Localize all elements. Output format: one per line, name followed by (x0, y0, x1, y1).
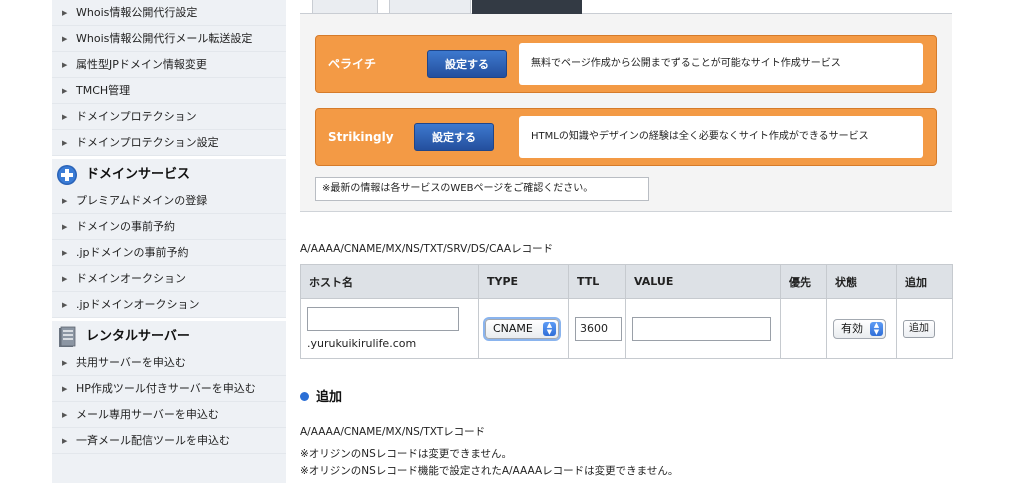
builder-peraichi: ペライチ 設定する 無料でページ作成から公開までずることが可能なサイト作成サービ… (315, 35, 937, 93)
arrow-right-icon: ▶ (62, 223, 68, 231)
priority-cell (780, 298, 827, 359)
builder-name: Strikingly (328, 130, 394, 144)
notice-box: ※最新の情報は各サービスのWEBページをご確認ください。 (315, 177, 649, 201)
add-section-note-1: ※オリジンのNSレコードは変更できません。 (300, 448, 513, 460)
tab-site-builder[interactable] (472, 0, 582, 14)
site-builder-panel: ペライチ 設定する 無料でページ作成から公開までずることが可能なサイト作成サービ… (300, 14, 952, 212)
tab-1[interactable] (312, 0, 378, 14)
type-cell: CNAME ▲ ▼ (478, 298, 569, 359)
host-cell: .yurukuikirulife.com (300, 298, 479, 359)
add-section-caption: A/AAAA/CNAME/MX/NS/TXTレコード (300, 426, 486, 438)
column-header-host: ホスト名 (300, 264, 479, 299)
plus-circle-icon (57, 165, 77, 185)
sidebar-item-tmch[interactable]: ▶ TMCH管理 (52, 78, 286, 104)
sidebar-item-jp-domain-info[interactable]: ▶ 属性型JPドメイン情報変更 (52, 52, 286, 78)
sidebar: ▶ Whois情報公開代行設定 ▶ Whois情報公開代行メール転送設定 ▶ 属性型J… (52, 0, 286, 483)
sidebar-group-domain-service: ▶ プレミアムドメインの登録 ▶ ドメインの事前予約 ▶ .jpドメインの事前予約 ▶… (52, 188, 286, 318)
sidebar-item-domain-protection-settings[interactable]: ▶ ドメインプロテクション設定 (52, 130, 286, 156)
arrow-right-icon: ▶ (62, 275, 68, 283)
type-select[interactable]: CNAME ▲ ▼ (485, 318, 559, 339)
sidebar-item-domain-preorder[interactable]: ▶ ドメインの事前予約 (52, 214, 286, 240)
tab-bar (300, 0, 952, 14)
host-input[interactable] (307, 307, 459, 331)
column-header-ttl: TTL (568, 264, 626, 299)
arrow-right-icon: ▶ (62, 249, 68, 257)
sidebar-heading-rental-server: レンタルサーバー (52, 318, 286, 350)
sidebar-item-domain-auction[interactable]: ▶ ドメインオークション (52, 266, 286, 292)
arrow-right-icon: ▶ (62, 197, 68, 205)
sidebar-item-jp-domain-preorder[interactable]: ▶ .jpドメインの事前予約 (52, 240, 286, 266)
table-row: .yurukuikirulife.com CNAME ▲ ▼ 3600 有効 ▲… (300, 298, 953, 359)
add-cell: 追加 (896, 298, 953, 359)
sidebar-group-rental-server: ▶ 共用サーバーを申込む ▶ HP作成ツール付きサーバーを申込む ▶ メール専用サーバ… (52, 350, 286, 454)
column-header-add: 追加 (896, 264, 953, 299)
arrow-right-icon: ▶ (62, 9, 68, 17)
strikingly-settings-button[interactable]: 設定する (414, 123, 494, 151)
column-header-priority: 優先 (780, 264, 827, 299)
table-header-row: ホスト名 TYPE TTL VALUE 優先 状態 追加 (300, 264, 953, 299)
dns-records-table: ホスト名 TYPE TTL VALUE 優先 状態 追加 .yurukuikir… (300, 264, 953, 359)
sidebar-group-whois: ▶ Whois情報公開代行設定 ▶ Whois情報公開代行メール転送設定 ▶ 属性型J… (52, 0, 286, 156)
add-section-note-2: ※オリジンのNSレコード機能で設定されたA/AAAAレコードは変更できません。 (300, 465, 679, 477)
builder-name: ペライチ (328, 57, 377, 71)
value-input[interactable] (632, 316, 771, 341)
sidebar-heading-domain-service: ドメインサービス (52, 156, 286, 188)
column-header-status: 状態 (826, 264, 897, 299)
arrow-right-icon: ▶ (62, 437, 68, 445)
arrow-right-icon: ▶ (62, 87, 68, 95)
arrow-right-icon: ▶ (62, 411, 68, 419)
sidebar-item-mail-server[interactable]: ▶ メール専用サーバーを申込む (52, 402, 286, 428)
sidebar-item-whois-proxy[interactable]: ▶ Whois情報公開代行設定 (52, 0, 286, 26)
sidebar-item-bulk-mail-tool[interactable]: ▶ 一斉メール配信ツールを申込む (52, 428, 286, 454)
add-section-title: 追加 (300, 388, 342, 408)
arrow-right-icon: ▶ (62, 359, 68, 367)
select-arrows-icon: ▲ ▼ (870, 321, 883, 336)
column-header-type: TYPE (478, 264, 569, 299)
bullet-dot-icon (300, 392, 309, 401)
status-cell: 有効 ▲ ▼ (826, 298, 897, 359)
arrow-right-icon: ▶ (62, 35, 68, 43)
value-cell (625, 298, 781, 359)
arrow-right-icon: ▶ (62, 113, 68, 121)
builder-description: HTMLの知識やデザインの経験は全く必要なくサイト作成ができるサービス (519, 116, 923, 158)
select-arrows-icon: ▲ ▼ (543, 321, 556, 336)
sidebar-item-premium-domain[interactable]: ▶ プレミアムドメインの登録 (52, 188, 286, 214)
arrow-right-icon: ▶ (62, 301, 68, 309)
tab-2[interactable] (389, 0, 471, 14)
main-content: ペライチ 設定する 無料でページ作成から公開までずることが可能なサイト作成サービ… (300, 0, 953, 483)
server-icon (59, 326, 76, 347)
ttl-input[interactable] (575, 316, 622, 341)
add-record-button[interactable]: 追加 (903, 319, 935, 338)
sidebar-item-hp-tool-server[interactable]: ▶ HP作成ツール付きサーバーを申込む (52, 376, 286, 402)
arrow-right-icon: ▶ (62, 385, 68, 393)
builder-description: 無料でページ作成から公開までずることが可能なサイト作成サービス (519, 43, 923, 85)
peraichi-settings-button[interactable]: 設定する (427, 50, 507, 78)
ttl-cell (568, 298, 626, 359)
sidebar-item-domain-protection[interactable]: ▶ ドメインプロテクション (52, 104, 286, 130)
builder-strikingly: Strikingly 設定する HTMLの知識やデザインの経験は全く必要なくサイ… (315, 108, 937, 166)
host-domain-suffix: .yurukuikirulife.com (307, 337, 417, 350)
sidebar-item-jp-domain-auction[interactable]: ▶ .jpドメインオークション (52, 292, 286, 318)
sidebar-item-whois-mail-forward[interactable]: ▶ Whois情報公開代行メール転送設定 (52, 26, 286, 52)
records-caption: A/AAAA/CNAME/MX/NS/TXT/SRV/DS/CAAレコード (300, 243, 554, 255)
arrow-right-icon: ▶ (62, 139, 68, 147)
column-header-value: VALUE (625, 264, 781, 299)
status-select[interactable]: 有効 ▲ ▼ (833, 318, 886, 339)
sidebar-item-shared-server[interactable]: ▶ 共用サーバーを申込む (52, 350, 286, 376)
arrow-right-icon: ▶ (62, 61, 68, 69)
